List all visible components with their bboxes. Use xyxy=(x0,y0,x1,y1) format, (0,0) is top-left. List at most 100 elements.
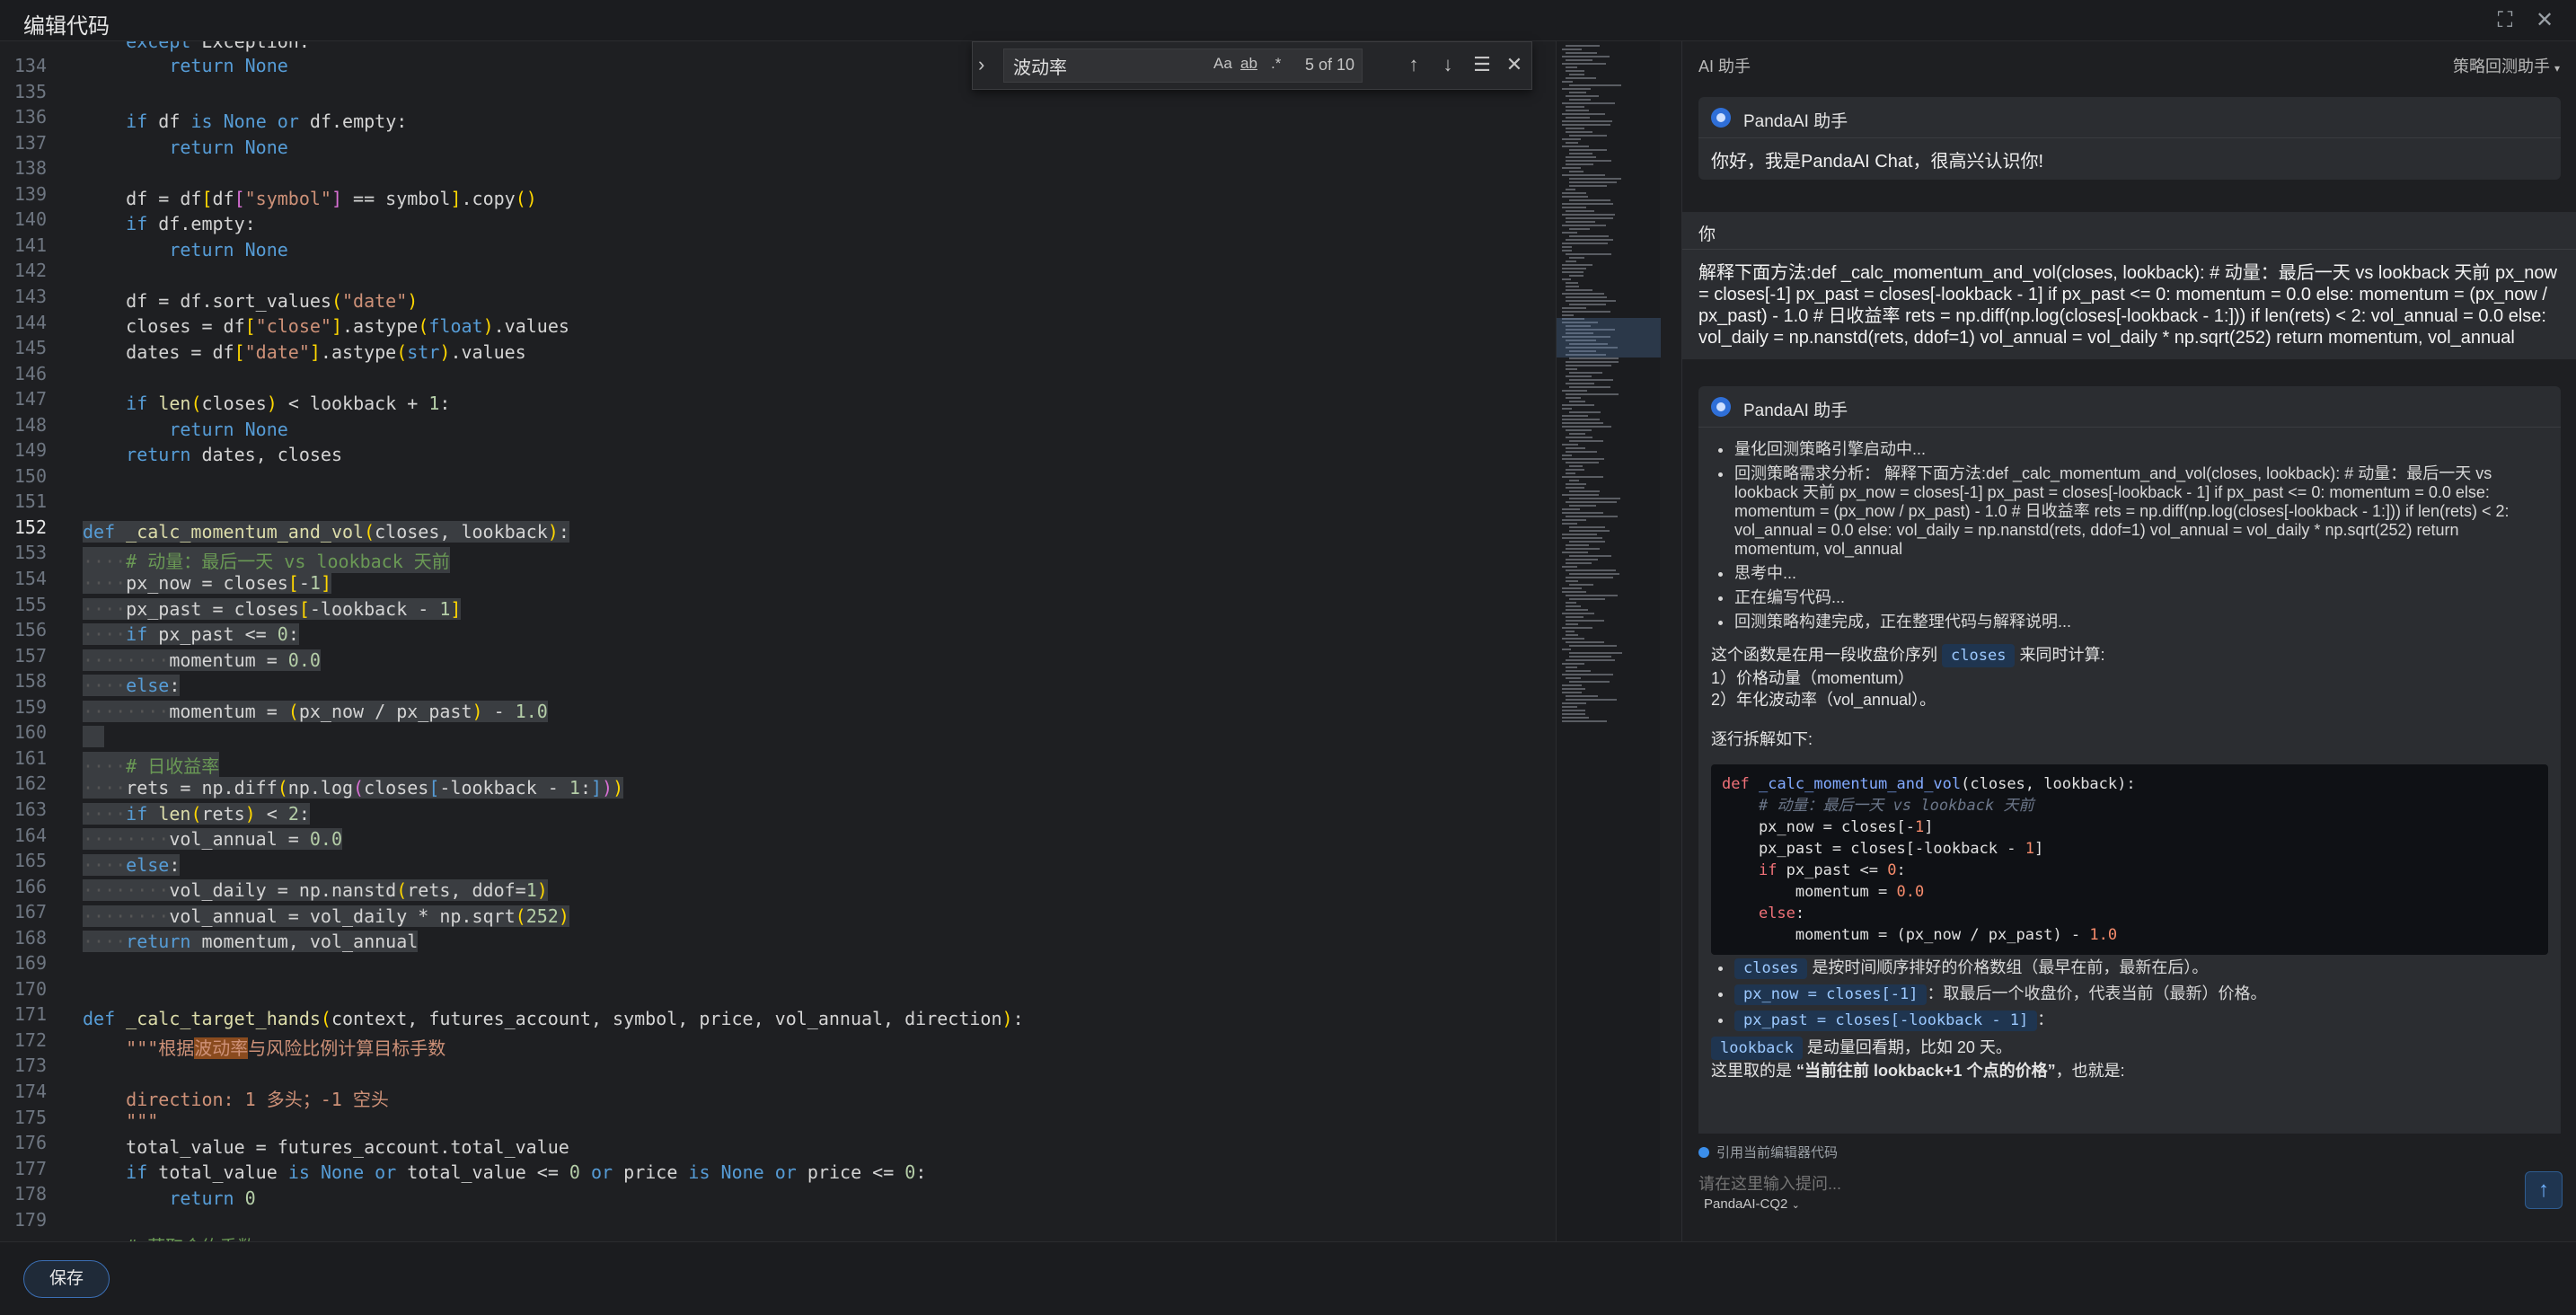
minimap-line xyxy=(1566,110,1589,111)
code-line: except Exception: xyxy=(126,41,310,52)
chat-scroll[interactable]: PandaAI 助手 你好，我是PandaAI Chat，很高兴认识你! 你 解… xyxy=(1682,97,2576,1134)
line-number: 157 xyxy=(13,644,47,666)
code-line: if df.empty: xyxy=(126,213,256,234)
match-case-toggle[interactable]: Aa xyxy=(1213,55,1232,73)
explain-text: 是按时间顺序排好的价格数组（最早在前，最新在后）。 xyxy=(1812,958,2209,976)
minimap-line xyxy=(1566,156,1596,158)
minimap-line xyxy=(1569,99,1591,101)
minimap-line xyxy=(1569,465,1583,467)
minimap-line xyxy=(1562,404,1594,406)
previous-match-icon[interactable]: ↑ xyxy=(1400,51,1427,78)
explain-item: 这里取的是 “当前往前 lookback+1 个点的价格”，也就是: xyxy=(1711,1060,2548,1081)
minimap-line xyxy=(1562,390,1587,392)
minimap-line xyxy=(1562,314,1574,316)
minimap-line xyxy=(1566,289,1592,291)
line-number: 170 xyxy=(13,977,47,1000)
minimap-line xyxy=(1562,243,1608,244)
minimap-line xyxy=(1566,117,1590,119)
minimap-viewport[interactable] xyxy=(1557,318,1661,357)
close-icon[interactable]: ✕ xyxy=(2531,7,2558,34)
minimap-line xyxy=(1562,311,1610,313)
minimap-line xyxy=(1562,250,1572,252)
minimap-line xyxy=(1562,587,1582,589)
minimap-line xyxy=(1562,246,1572,248)
minimap-line xyxy=(1566,52,1597,54)
whole-word-toggle[interactable]: ab xyxy=(1240,55,1257,73)
code-line: ········vol_daily = np.nanstd(rets, ddof… xyxy=(83,879,548,901)
code-line: ····# 日收益率 xyxy=(83,752,220,778)
pandaai-logo-icon xyxy=(1711,108,1731,128)
line-number: 144 xyxy=(13,311,47,333)
minimap-line xyxy=(1566,641,1604,643)
minimap-line xyxy=(1566,602,1576,604)
minimap-line xyxy=(1569,257,1584,259)
save-button[interactable]: 保存 xyxy=(23,1260,110,1298)
send-arrow-up-icon[interactable]: ↑ xyxy=(2525,1171,2563,1209)
code-editor[interactable]: 134 135 136 137 138 139 140 141 142 143 144 145 146 1… xyxy=(0,41,1660,1241)
minimap-line xyxy=(1569,178,1621,180)
line-number: 145 xyxy=(13,337,47,359)
explain-pre: 这里取的是 xyxy=(1711,1062,1792,1080)
minimap-line xyxy=(1562,710,1585,711)
minimap-line xyxy=(1562,264,1592,266)
explain-item: lookback 是动量回看期，比如 20 天。 xyxy=(1711,1037,2548,1060)
intro-pre: 这个函数是在用一段收盘价序列 xyxy=(1711,646,1937,664)
minimap-line xyxy=(1562,706,1577,708)
find-in-selection-icon[interactable]: ☰ xyxy=(1469,51,1495,78)
code-line xyxy=(83,726,105,747)
line-number: 153 xyxy=(13,542,47,564)
minimap-line xyxy=(1566,699,1617,701)
code-area[interactable]: except Exception: return None if df is N… xyxy=(74,41,1556,1241)
line-number: 176 xyxy=(13,1132,47,1154)
chevron-right-icon[interactable]: › xyxy=(978,53,998,80)
minimap-line xyxy=(1569,275,1584,277)
minimap-line xyxy=(1566,623,1578,625)
minimap-line xyxy=(1569,490,1600,492)
regex-toggle[interactable]: .* xyxy=(1271,55,1281,73)
model-label: PandaAI-CQ2 xyxy=(1704,1196,1788,1212)
point-2: 2）年化波动率（vol_annual）。 xyxy=(1711,691,1936,709)
code-line: df = df.sort_values("date") xyxy=(83,290,419,312)
close-find-icon[interactable]: ✕ xyxy=(1501,51,1528,78)
line-number: 163 xyxy=(13,798,47,820)
line-number: 139 xyxy=(13,182,47,205)
code-line: def _calc_target_hands(context, futures_… xyxy=(83,1008,1024,1029)
minimap-line xyxy=(1566,616,1584,618)
minimap-line xyxy=(1566,462,1599,463)
minimap-line xyxy=(1562,138,1581,140)
line-number: 175 xyxy=(13,1106,47,1128)
minimap-line xyxy=(1562,307,1586,309)
minimap-line xyxy=(1562,684,1582,686)
line-number: 137 xyxy=(13,131,47,154)
code-line: def _calc_momentum_and_vol(closes, lookb… xyxy=(83,521,569,543)
explain-item: closes 是按时间顺序排好的价格数组（最早在前，最新在后）。 xyxy=(1711,958,2548,979)
code-line: if total_value is None or total_value <=… xyxy=(126,1161,927,1183)
minimap-line xyxy=(1569,440,1603,442)
line-number: 168 xyxy=(13,926,47,949)
minimap-line xyxy=(1562,271,1584,273)
line-number: 136 xyxy=(13,106,47,128)
minimap-line xyxy=(1562,591,1586,593)
minimap-line xyxy=(1566,365,1611,366)
fullscreen-icon[interactable]: ⛶ xyxy=(2492,7,2519,34)
code-block: def _calc_momentum_and_vol(closes, lookb… xyxy=(1711,764,2548,955)
assistant-name: PandaAI 助手 xyxy=(1743,402,1848,420)
minimap-line xyxy=(1562,419,1600,420)
minimap-line xyxy=(1562,455,1572,456)
status-step: 量化回测策略引擎启动中... xyxy=(1711,440,2548,459)
minimap-line xyxy=(1562,81,1573,83)
minimap-line xyxy=(1569,153,1592,154)
code-line: ····else: xyxy=(83,675,181,696)
question-input[interactable] xyxy=(1698,1175,2507,1194)
explain-text: ： xyxy=(2037,1011,2054,1028)
minimap-line xyxy=(1562,426,1611,428)
explain-item: px_now = closes[-1] ：取最后一个收盘价，代表当前（最新）价格。 xyxy=(1711,984,2548,1005)
assistant-mode-select[interactable]: 策略回测助手 ▾ xyxy=(2453,54,2560,77)
minimap-line xyxy=(1562,167,1581,169)
minimap[interactable] xyxy=(1556,41,1661,1241)
cite-editor-code-toggle[interactable]: 引用当前编辑器代码 xyxy=(1698,1143,1838,1161)
code-line: ····px_past = closes[-lookback - 1] xyxy=(83,598,462,620)
minimap-line xyxy=(1562,408,1572,410)
next-match-icon[interactable]: ↓ xyxy=(1434,51,1461,78)
model-select[interactable]: PandaAI-CQ2 ⌄ xyxy=(1704,1196,1800,1212)
